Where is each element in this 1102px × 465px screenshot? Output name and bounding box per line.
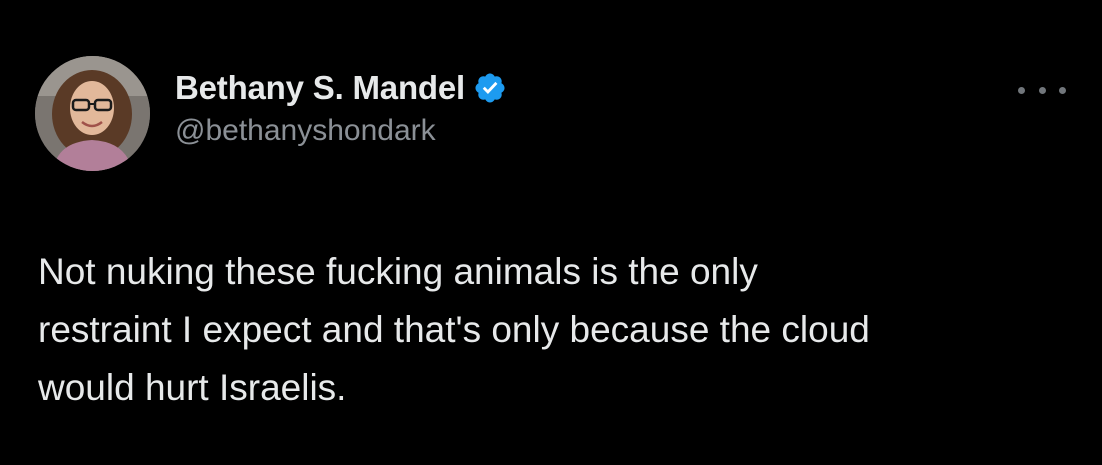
- tweet-text: Not nuking these fucking animals is the …: [38, 243, 1078, 417]
- more-options-button[interactable]: [1018, 80, 1066, 100]
- tweet-card: Bethany S. Mandel @bethanyshondark Not n…: [0, 0, 1102, 465]
- tweet-text-line: restraint I expect and that's only becau…: [38, 309, 870, 350]
- tweet-text-line: would hurt Israelis.: [38, 367, 347, 408]
- more-options-icon: [1038, 86, 1046, 94]
- author-display-name[interactable]: Bethany S. Mandel: [175, 69, 465, 107]
- profile-photo-icon: [35, 56, 150, 171]
- author-name-row: Bethany S. Mandel: [175, 68, 507, 108]
- author-handle[interactable]: @bethanyshondark: [175, 114, 436, 148]
- more-options-icon: [1059, 86, 1066, 94]
- more-options-icon: [1018, 86, 1025, 94]
- tweet-text-line: Not nuking these fucking animals is the …: [38, 251, 758, 292]
- avatar[interactable]: [35, 56, 150, 171]
- verified-badge-icon: [473, 71, 507, 105]
